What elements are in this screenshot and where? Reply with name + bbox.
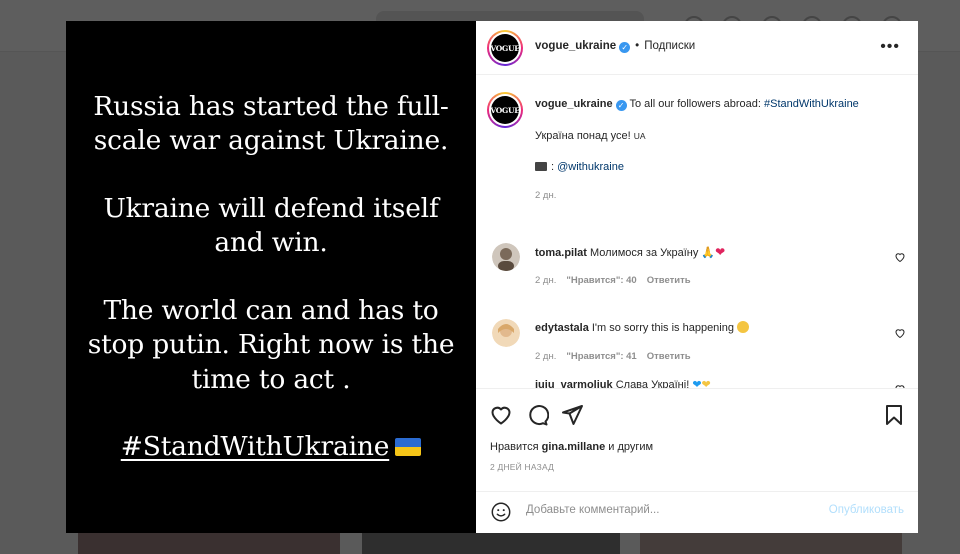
- save-bookmark-icon[interactable]: [882, 403, 906, 427]
- reply-button[interactable]: Ответить: [647, 275, 691, 286]
- publish-button[interactable]: Опубликовать: [829, 504, 904, 516]
- image-paragraph: The world can and has to stop putin. Rig…: [87, 294, 455, 395]
- vogue-logo: VOGUE: [490, 34, 520, 62]
- post-actions: Нравится gina.millane и другим 2 ДНЕЙ НА…: [476, 388, 918, 490]
- image-paragraph: Ukraine will defend itself and win.: [103, 192, 439, 259]
- like-heart-icon[interactable]: [489, 403, 513, 427]
- caption-username[interactable]: vogue_ukraine: [535, 98, 613, 110]
- comment-meta: 2 дн. "Нравится": 41 Ответить: [535, 351, 691, 362]
- caption-line-3: : @withukraine: [535, 161, 624, 173]
- yellow-heart-emoji-icon: ❤: [701, 379, 711, 388]
- comment-text: Молимося за Україну: [590, 247, 699, 259]
- separator-dot: •: [635, 40, 640, 52]
- liked-by-username[interactable]: gina.millane: [542, 441, 606, 453]
- comments-section[interactable]: VOGUE vogue_ukraine ✓ To all our follower…: [476, 76, 918, 388]
- caption-author-avatar[interactable]: VOGUE: [487, 92, 523, 128]
- background-grid-tile: [78, 533, 340, 554]
- clapperboard-icon: [535, 162, 547, 171]
- comment-composer: Опубликовать: [476, 491, 918, 533]
- commenter-username[interactable]: iuiu_varmoliuk: [535, 379, 613, 388]
- commenter-username[interactable]: edytastala: [535, 322, 589, 334]
- comment-text-line: edytastala I'm so sorry this is happenin…: [535, 321, 750, 334]
- post-image[interactable]: Russia has started the full-scale war ag…: [66, 21, 476, 533]
- post-side-panel: VOGUE vogue_ukraine ✓ • Подписки ••• VOGUE …: [476, 21, 918, 533]
- commenter-avatar[interactable]: [492, 243, 520, 271]
- caption-line-2: Україна понад усе! UA: [535, 130, 646, 142]
- comment-bubble-icon[interactable]: [525, 403, 549, 427]
- blue-heart-emoji-icon: ❤: [692, 379, 702, 388]
- post-modal: Russia has started the full-scale war ag…: [66, 21, 918, 533]
- caption-text: To all our followers abroad:: [629, 98, 761, 110]
- emoji-picker-icon[interactable]: [490, 501, 512, 523]
- caption-timestamp[interactable]: 2 дн.: [535, 190, 556, 201]
- comment-text-line: toma.pilat Молимося за Україну 🙏❤: [535, 245, 725, 259]
- comment-likes[interactable]: "Нравится": 41: [566, 351, 636, 362]
- image-hashtag: #StandWithUkraine: [120, 431, 390, 462]
- author-avatar[interactable]: VOGUE: [487, 30, 523, 66]
- following-button[interactable]: Подписки: [644, 40, 695, 52]
- post-date[interactable]: 2 ДНЕЙ НАЗАД: [490, 462, 554, 472]
- red-heart-emoji-icon: ❤: [715, 245, 726, 259]
- commenter-avatar[interactable]: [492, 319, 520, 347]
- commenter-username[interactable]: toma.pilat: [535, 247, 587, 259]
- image-paragraph: Russia has started the full-scale war ag…: [93, 90, 449, 157]
- reply-button[interactable]: Ответить: [647, 351, 691, 362]
- background-grid-tile: [362, 533, 620, 554]
- verified-badge-icon: ✓: [619, 42, 631, 53]
- sad-face-emoji-icon: [737, 321, 750, 333]
- caption-line: vogue_ukraine ✓ To all our followers abro…: [535, 98, 859, 111]
- comment-meta: 2 дн. "Нравится": 40 Ответить: [535, 275, 691, 286]
- like-comment-heart-icon[interactable]: [894, 251, 906, 263]
- verified-badge-icon: ✓: [615, 100, 627, 111]
- comment-text-line: iuiu_varmoliuk Слава Україні! ❤❤: [535, 378, 711, 388]
- comment-text: Слава Україні!: [615, 379, 690, 388]
- vogue-logo: VOGUE: [490, 96, 520, 124]
- more-options-icon[interactable]: •••: [880, 38, 900, 56]
- comment-text: I'm so sorry this is happening: [591, 322, 734, 334]
- comment-time[interactable]: 2 дн.: [535, 275, 556, 286]
- caption-hashtag[interactable]: #StandWithUkraine: [764, 98, 859, 110]
- comment-likes[interactable]: "Нравится": 40: [566, 275, 636, 286]
- likes-summary: Нравится gina.millane и другим: [490, 441, 654, 453]
- like-comment-heart-icon[interactable]: [894, 327, 906, 339]
- post-image-text: Russia has started the full-scale war ag…: [76, 90, 466, 465]
- image-hashtag-line: #StandWithUkraine: [76, 430, 466, 465]
- mention-link[interactable]: @withukraine: [557, 161, 624, 173]
- ukraine-country-code: UA: [633, 131, 646, 141]
- post-header: VOGUE vogue_ukraine ✓ • Подписки •••: [476, 21, 918, 75]
- ukraine-flag-icon: [395, 438, 422, 456]
- background-grid-tile: [640, 533, 902, 554]
- comment-input[interactable]: [526, 504, 806, 516]
- share-paper-plane-icon[interactable]: [560, 403, 584, 427]
- comment-time[interactable]: 2 дн.: [535, 351, 556, 362]
- header-author-line: vogue_ukraine ✓ • Подписки: [535, 40, 695, 53]
- praying-hands-emoji-icon: 🙏: [701, 247, 716, 259]
- author-username[interactable]: vogue_ukraine: [535, 40, 616, 52]
